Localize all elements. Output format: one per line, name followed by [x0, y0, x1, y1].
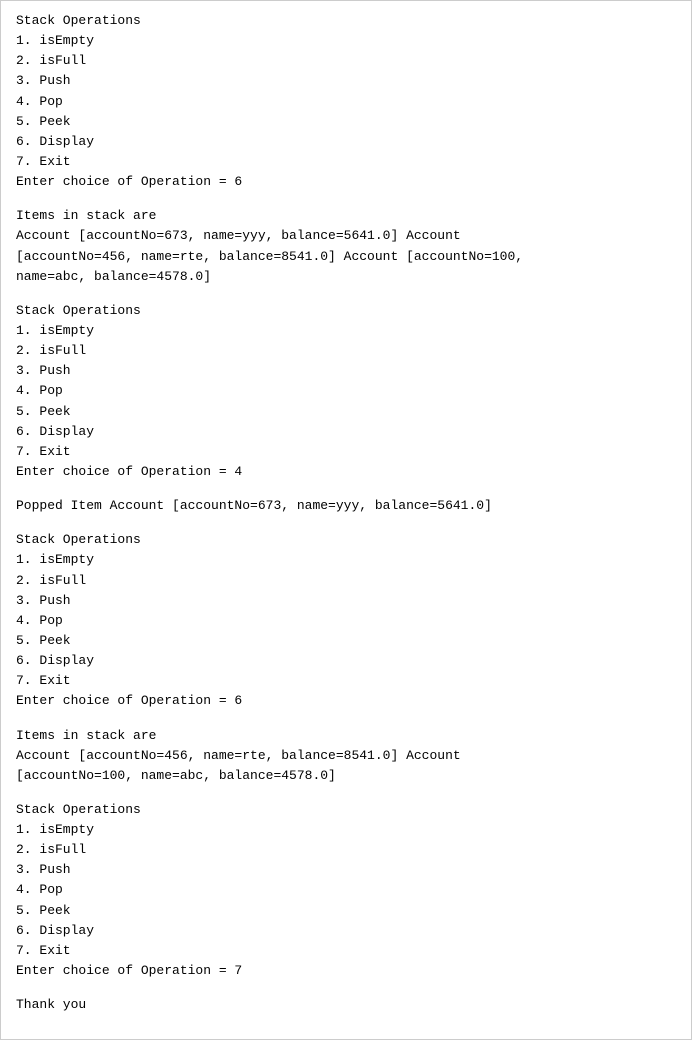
terminal-line: 3. Push: [16, 71, 676, 91]
terminal-line: Account [accountNo=673, name=yyy, balanc…: [16, 226, 676, 246]
terminal-line: 3. Push: [16, 860, 676, 880]
terminal-line: 7. Exit: [16, 152, 676, 172]
terminal-line: 1. isEmpty: [16, 31, 676, 51]
terminal-line: 1. isEmpty: [16, 820, 676, 840]
terminal-block-block2: Items in stack areAccount [accountNo=673…: [16, 206, 676, 287]
terminal-block-block7: Stack Operations1. isEmpty2. isFull3. Pu…: [16, 800, 676, 981]
terminal-line: Stack Operations: [16, 800, 676, 820]
terminal-line: Enter choice of Operation = 6: [16, 172, 676, 192]
terminal-line: Items in stack are: [16, 726, 676, 746]
terminal-line: [accountNo=456, name=rte, balance=8541.0…: [16, 247, 676, 267]
terminal-line: Account [accountNo=456, name=rte, balanc…: [16, 746, 676, 766]
terminal-line: 7. Exit: [16, 442, 676, 462]
terminal-line: 6. Display: [16, 132, 676, 152]
terminal-output: Stack Operations1. isEmpty2. isFull3. Pu…: [0, 0, 692, 1040]
terminal-line: Enter choice of Operation = 4: [16, 462, 676, 482]
terminal-line: Items in stack are: [16, 206, 676, 226]
terminal-line: 4. Pop: [16, 611, 676, 631]
terminal-block-block4: Popped Item Account [accountNo=673, name…: [16, 496, 676, 516]
terminal-line: Enter choice of Operation = 6: [16, 691, 676, 711]
terminal-line: 2. isFull: [16, 840, 676, 860]
terminal-line: 2. isFull: [16, 51, 676, 71]
terminal-line: name=abc, balance=4578.0]: [16, 267, 676, 287]
terminal-line: 6. Display: [16, 651, 676, 671]
terminal-line: 4. Pop: [16, 381, 676, 401]
terminal-line: 4. Pop: [16, 880, 676, 900]
terminal-line: 5. Peek: [16, 901, 676, 921]
terminal-line: 3. Push: [16, 361, 676, 381]
terminal-line: 5. Peek: [16, 112, 676, 132]
terminal-line: 7. Exit: [16, 671, 676, 691]
terminal-line: 2. isFull: [16, 341, 676, 361]
terminal-line: Enter choice of Operation = 7: [16, 961, 676, 981]
terminal-line: Popped Item Account [accountNo=673, name…: [16, 496, 676, 516]
terminal-block-block3: Stack Operations1. isEmpty2. isFull3. Pu…: [16, 301, 676, 482]
terminal-line: 5. Peek: [16, 631, 676, 651]
terminal-block-block6: Items in stack areAccount [accountNo=456…: [16, 726, 676, 786]
terminal-line: 1. isEmpty: [16, 321, 676, 341]
terminal-block-block5: Stack Operations1. isEmpty2. isFull3. Pu…: [16, 530, 676, 711]
terminal-line: 5. Peek: [16, 402, 676, 422]
terminal-line: Stack Operations: [16, 301, 676, 321]
terminal-line: 7. Exit: [16, 941, 676, 961]
terminal-line: 4. Pop: [16, 92, 676, 112]
terminal-line: [accountNo=100, name=abc, balance=4578.0…: [16, 766, 676, 786]
terminal-line: Thank you: [16, 995, 676, 1015]
terminal-line: 3. Push: [16, 591, 676, 611]
terminal-block-block1: Stack Operations1. isEmpty2. isFull3. Pu…: [16, 11, 676, 192]
terminal-line: 1. isEmpty: [16, 550, 676, 570]
terminal-block-block8: Thank you: [16, 995, 676, 1015]
terminal-line: 6. Display: [16, 422, 676, 442]
terminal-line: Stack Operations: [16, 530, 676, 550]
terminal-line: 6. Display: [16, 921, 676, 941]
terminal-line: 2. isFull: [16, 571, 676, 591]
terminal-line: Stack Operations: [16, 11, 676, 31]
